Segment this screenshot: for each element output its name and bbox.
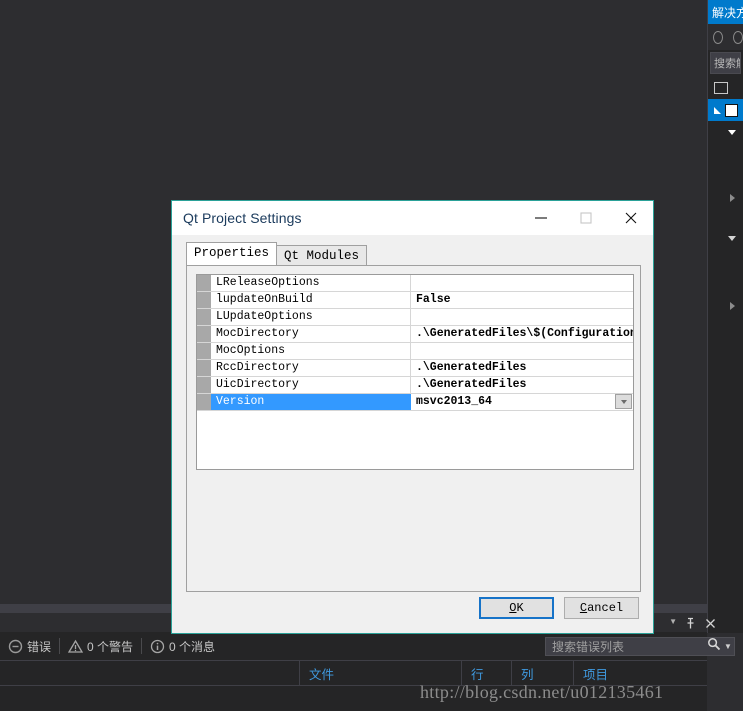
panel-window-buttons (681, 614, 719, 632)
tree-item-folder-3[interactable] (708, 227, 743, 249)
tree-item-solution[interactable] (708, 77, 743, 99)
property-name: MocDirectory (211, 326, 411, 342)
row-gutter (197, 326, 211, 342)
error-count-label: 错误 (27, 639, 52, 654)
info-icon (150, 639, 165, 654)
property-row-uicdirectory[interactable]: UicDirectory .\GeneratedFiles (197, 377, 633, 394)
minimize-icon[interactable] (518, 201, 563, 235)
property-row-lreleaseoptions[interactable]: LReleaseOptions (197, 275, 633, 292)
property-name: LUpdateOptions (211, 309, 411, 325)
dialog-tabs: Properties Qt Modules (186, 242, 368, 265)
dialog-action-buttons: OK Cancel (479, 597, 639, 619)
cancel-button[interactable]: Cancel (564, 597, 639, 619)
dialog-title: Qt Project Settings (183, 210, 302, 226)
error-count-item[interactable]: 错误 (0, 632, 59, 660)
property-value[interactable]: .\GeneratedFiles (411, 377, 633, 393)
property-value-version[interactable]: msvc2013_64 (411, 394, 633, 410)
solution-tree (708, 74, 743, 317)
error-list-search-box[interactable]: 搜索错误列表 ▼ (545, 637, 735, 656)
version-dropdown-button[interactable] (615, 394, 632, 409)
property-value[interactable]: .\GeneratedFiles (411, 360, 633, 376)
tree-item-project[interactable] (708, 99, 743, 121)
chevron-right-icon-2[interactable] (730, 302, 735, 310)
message-count-item[interactable]: 0 个消息 (142, 632, 223, 660)
warning-count-label: 0 个警告 (87, 639, 134, 654)
chevron-right-icon[interactable] (730, 194, 735, 202)
property-name: lupdateOnBuild (211, 292, 411, 308)
panel-overflow-chevron-icon[interactable]: ▼ (669, 617, 677, 626)
close-icon[interactable] (608, 201, 653, 235)
column-header-blank[interactable] (0, 661, 300, 685)
row-gutter (197, 343, 211, 359)
warning-icon (68, 639, 84, 654)
watermark-text: http://blog.csdn.net/u012135461 (420, 682, 664, 702)
dialog-titlebar[interactable]: Qt Project Settings (172, 201, 653, 235)
solution-explorer-toolbar (708, 24, 743, 50)
maximize-icon (563, 201, 608, 235)
row-gutter (197, 360, 211, 376)
property-grid-rows: LReleaseOptions lupdateOnBuild False LUp… (197, 275, 633, 411)
tree-item-folder-4[interactable] (708, 295, 743, 317)
search-icon[interactable] (704, 637, 724, 656)
solution-explorer-panel: 解决方 搜索解 (707, 0, 743, 633)
property-name: Version (211, 394, 411, 410)
property-name: UicDirectory (211, 377, 411, 393)
row-gutter (197, 394, 211, 410)
property-row-version[interactable]: Version msvc2013_64 (197, 394, 633, 411)
tab-qt-modules[interactable]: Qt Modules (276, 245, 368, 265)
property-row-lupdateoptions[interactable]: LUpdateOptions (197, 309, 633, 326)
chevron-down-icon[interactable] (728, 129, 736, 135)
refresh-icon[interactable] (713, 30, 723, 44)
tree-item-folder-2[interactable] (708, 187, 743, 209)
warning-count-item[interactable]: 0 个警告 (60, 632, 141, 660)
property-row-rccdirectory[interactable]: RccDirectory .\GeneratedFiles (197, 360, 633, 377)
dialog-window-controls (518, 201, 653, 235)
error-list-search-placeholder: 搜索错误列表 (552, 640, 625, 654)
row-gutter (197, 275, 211, 291)
property-name: RccDirectory (211, 360, 411, 376)
error-icon (8, 639, 23, 654)
ok-button[interactable]: OK (479, 597, 554, 619)
chevron-down-icon (620, 399, 627, 404)
property-value[interactable] (411, 275, 633, 291)
solution-explorer-title: 解决方 (708, 0, 743, 24)
property-grid: LReleaseOptions lupdateOnBuild False LUp… (196, 274, 634, 470)
home-icon[interactable] (733, 30, 743, 44)
properties-tab-panel: LReleaseOptions lupdateOnBuild False LUp… (186, 265, 641, 592)
tree-item-folder-1[interactable] (708, 121, 743, 143)
qt-project-settings-dialog: Qt Project Settings Properties Qt Module… (171, 200, 654, 634)
tab-properties[interactable]: Properties (186, 242, 278, 265)
property-value[interactable] (411, 343, 633, 359)
property-row-mocdirectory[interactable]: MocDirectory .\GeneratedFiles\$(Configur… (197, 326, 633, 343)
property-row-lupdateonbuild[interactable]: lupdateOnBuild False (197, 292, 633, 309)
row-gutter (197, 377, 211, 393)
property-name: MocOptions (211, 343, 411, 359)
close-icon[interactable] (701, 614, 719, 632)
message-count-label: 0 个消息 (169, 639, 216, 654)
dialog-body: Properties Qt Modules LReleaseOptions lu… (172, 235, 653, 633)
tree-spacer-2 (708, 209, 743, 227)
pin-icon[interactable] (681, 614, 699, 632)
property-row-mocoptions[interactable]: MocOptions (197, 343, 633, 360)
property-value[interactable]: .\GeneratedFiles\$(Configuration (411, 326, 633, 342)
tree-spacer-3 (708, 249, 743, 295)
row-gutter (197, 309, 211, 325)
solution-icon (714, 82, 728, 94)
tree-spacer-1 (708, 143, 743, 187)
chevron-down-icon-2[interactable] (728, 235, 736, 241)
property-name: LReleaseOptions (211, 275, 411, 291)
solution-explorer-search-input[interactable]: 搜索解 (710, 52, 741, 74)
expand-arrow-icon[interactable] (714, 106, 721, 114)
property-value[interactable] (411, 309, 633, 325)
property-value[interactable]: False (411, 292, 633, 308)
row-gutter (197, 292, 211, 308)
project-icon (725, 103, 738, 117)
search-dropdown-chevron-icon[interactable]: ▼ (724, 642, 734, 651)
property-value-text: msvc2013_64 (416, 395, 492, 408)
